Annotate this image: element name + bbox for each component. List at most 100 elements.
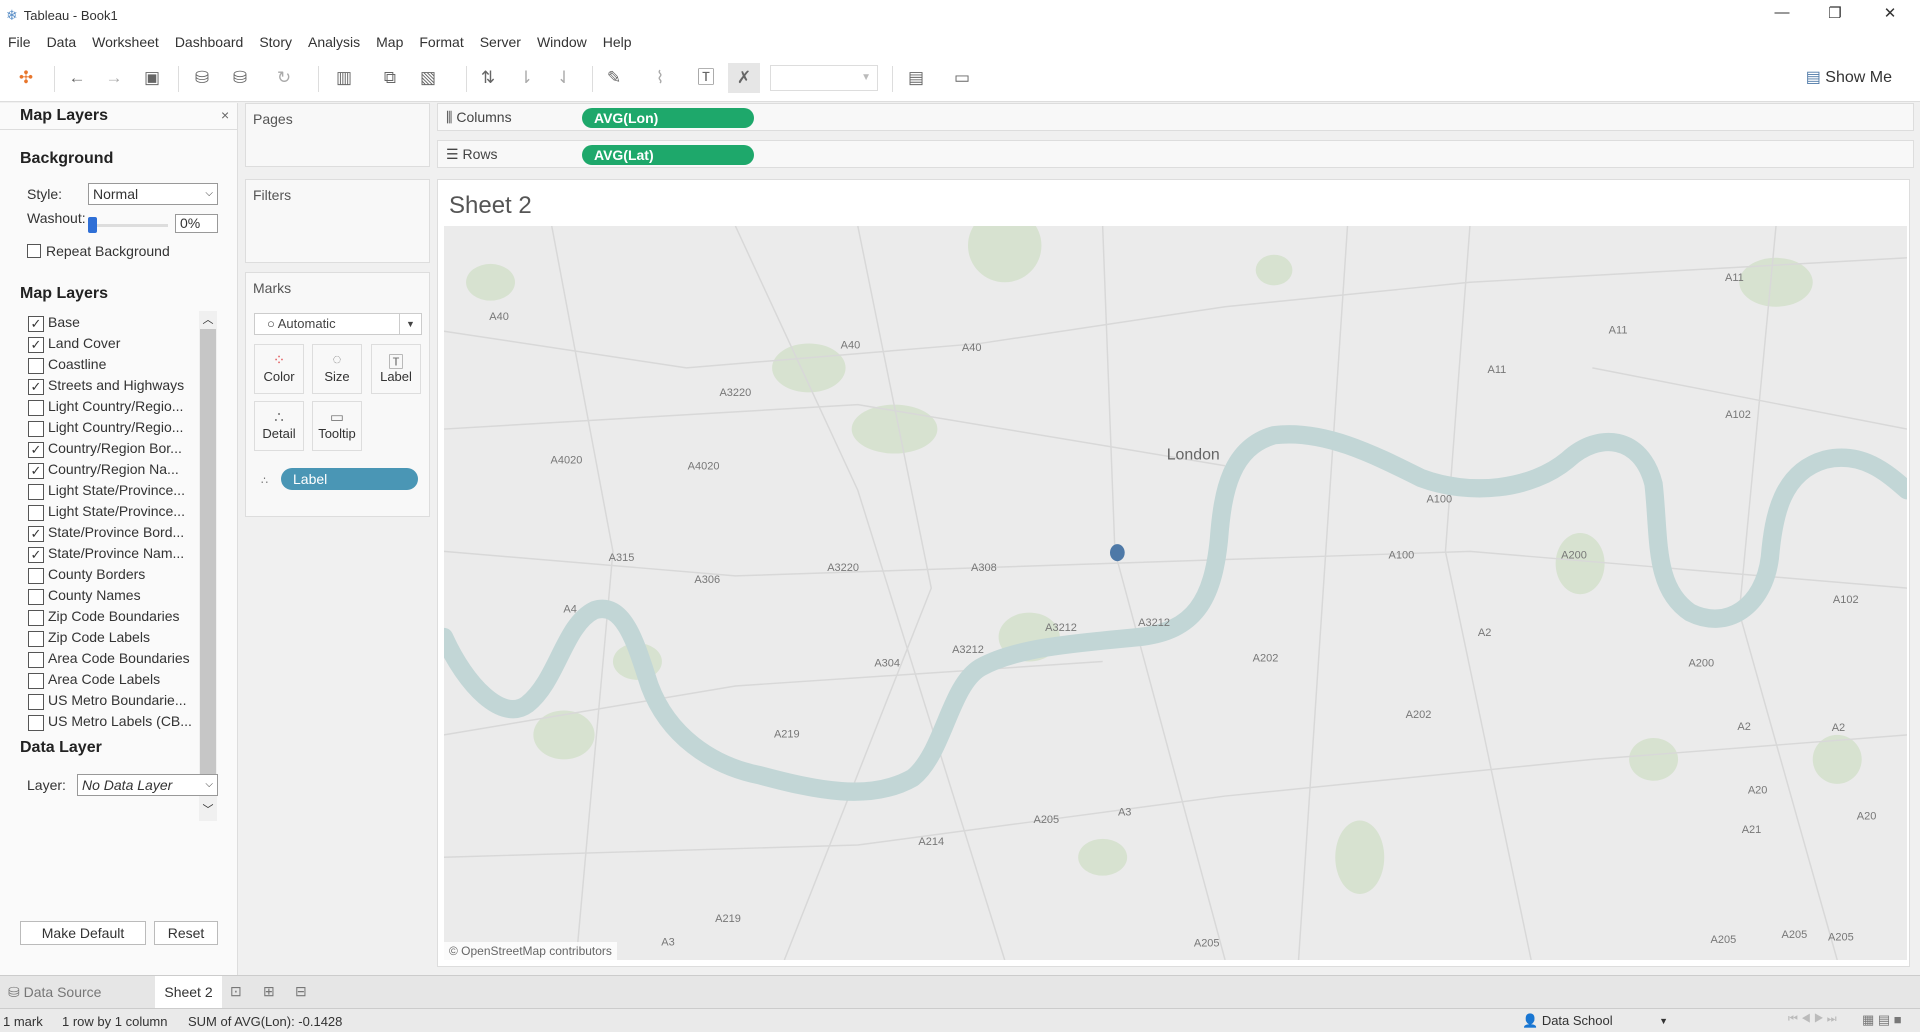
washout-slider[interactable] xyxy=(92,224,168,227)
restore-button[interactable]: ❐ xyxy=(1815,4,1855,26)
map-view[interactable]: A40 A40 A40 A3220 A4020 A4020 A315 A306 A3220 A30… xyxy=(444,226,1907,960)
layer-checkbox[interactable] xyxy=(28,715,44,731)
refresh-icon[interactable]: ↻ xyxy=(272,66,296,90)
swap-rows-columns-icon[interactable]: ⇅ xyxy=(476,66,500,90)
status-bar: 1 mark 1 row by 1 column SUM of AVG(Lon)… xyxy=(0,1008,1920,1032)
menu-map[interactable]: Map xyxy=(376,34,403,50)
road-label: A202 xyxy=(1406,709,1432,721)
layer-checkbox[interactable] xyxy=(28,568,44,584)
layer-checkbox[interactable] xyxy=(28,589,44,605)
mark-type-dropdown[interactable]: ○ Automatic ▼ xyxy=(254,313,422,335)
layer-checkbox[interactable]: ✓ xyxy=(28,379,44,395)
pause-updates-icon[interactable]: ⛁ xyxy=(228,66,252,90)
pin-clear-icon[interactable]: ✗ xyxy=(728,63,760,93)
label-button[interactable]: 🅃 Label xyxy=(371,344,421,394)
new-data-source-icon[interactable]: ⛁ xyxy=(190,66,214,90)
style-select[interactable]: Normal ⌵ xyxy=(88,183,218,205)
data-source-tab[interactable]: ⛁ Data Source xyxy=(8,984,101,1001)
scroll-up-icon[interactable]: ︿ xyxy=(199,311,217,327)
sort-ascending-icon[interactable]: ⇂ xyxy=(514,66,538,90)
show-me-button[interactable]: ▤ Show Me xyxy=(1806,67,1892,87)
color-button[interactable]: ⁘ Color xyxy=(254,344,304,394)
menu-help[interactable]: Help xyxy=(603,34,632,50)
layer-checkbox[interactable] xyxy=(28,610,44,626)
new-worksheet-icon[interactable]: ▥ xyxy=(332,66,356,90)
clear-sheet-icon[interactable]: ▧ xyxy=(416,66,440,90)
road xyxy=(734,226,1006,960)
make-default-button[interactable]: Make Default xyxy=(20,921,146,945)
user-menu[interactable]: 👤 Data School ▼ xyxy=(1522,1013,1668,1029)
new-story-tab-icon[interactable]: ⊟ xyxy=(295,983,307,1000)
road-label: A2 xyxy=(1832,722,1845,734)
data-layer-select[interactable]: No Data Layer ⌵ xyxy=(77,774,218,796)
layer-checkbox[interactable] xyxy=(28,484,44,500)
menu-format[interactable]: Format xyxy=(419,34,463,50)
road-label: A214 xyxy=(918,836,944,848)
reset-button[interactable]: Reset xyxy=(154,921,218,945)
fit-dropdown[interactable]: ▼ xyxy=(770,65,878,91)
layer-checkbox[interactable]: ✓ xyxy=(28,526,44,542)
map-attribution[interactable]: © OpenStreetMap contributors xyxy=(444,942,617,960)
layer-checkbox[interactable] xyxy=(28,652,44,668)
highlight-icon[interactable]: ✎ xyxy=(602,66,626,90)
menu-window[interactable]: Window xyxy=(537,34,587,50)
scrollbar-thumb[interactable] xyxy=(200,329,216,783)
layer-checkbox[interactable] xyxy=(28,505,44,521)
park-area xyxy=(1629,737,1679,781)
menu-worksheet[interactable]: Worksheet xyxy=(92,34,159,50)
layers-scrollbar[interactable]: ︿ ﹀ xyxy=(199,311,217,821)
show-cards-icon[interactable]: ▤ xyxy=(904,66,928,90)
layer-label: State/Province Bord... xyxy=(48,524,185,540)
menu-data[interactable]: Data xyxy=(47,34,77,50)
menu-dashboard[interactable]: Dashboard xyxy=(175,34,244,50)
new-dashboard-tab-icon[interactable]: ⊞ xyxy=(263,983,275,1000)
road-label: A11 xyxy=(1725,272,1744,284)
layer-checkbox[interactable] xyxy=(28,631,44,647)
label-pill[interactable]: Label xyxy=(281,468,418,490)
data-mark-point[interactable] xyxy=(1110,544,1125,562)
page-navigation-icons[interactable]: ⏮ ◀ ▶ ⏭ xyxy=(1788,1013,1837,1026)
group-members-icon[interactable]: ⌇ xyxy=(648,66,672,90)
data-layer-value: No Data Layer xyxy=(82,777,173,793)
rows-pill[interactable]: AVG(Lat) xyxy=(582,145,754,165)
layer-label: County Names xyxy=(48,587,141,603)
layer-checkbox[interactable] xyxy=(28,400,44,416)
layer-checkbox[interactable]: ✓ xyxy=(28,463,44,479)
panel-title: Map Layers xyxy=(20,107,109,124)
sheet-tab-active[interactable]: Sheet 2 xyxy=(155,976,222,1009)
sort-descending-icon[interactable]: ⇃ xyxy=(552,66,576,90)
layer-checkbox[interactable] xyxy=(28,673,44,689)
repeat-background-checkbox[interactable] xyxy=(27,244,41,258)
road-label: A100 xyxy=(1389,550,1415,562)
columns-pill[interactable]: AVG(Lon) xyxy=(582,108,754,128)
view-toggle-icons[interactable]: ▦ ▤ ■ xyxy=(1862,1012,1902,1028)
layer-checkbox[interactable]: ✓ xyxy=(28,547,44,563)
close-panel-icon[interactable]: × xyxy=(221,107,229,123)
layer-checkbox[interactable] xyxy=(28,358,44,374)
layer-checkbox[interactable]: ✓ xyxy=(28,442,44,458)
undo-icon[interactable]: ← xyxy=(65,66,89,90)
layer-checkbox[interactable] xyxy=(28,421,44,437)
layer-checkbox[interactable]: ✓ xyxy=(28,337,44,353)
detail-button[interactable]: ∴ Detail xyxy=(254,401,304,451)
presentation-mode-icon[interactable]: ▭ xyxy=(950,66,974,90)
show-mark-labels-icon[interactable]: 🅃 xyxy=(694,66,718,90)
washout-input[interactable]: 0% xyxy=(175,214,218,233)
layer-checkbox[interactable] xyxy=(28,694,44,710)
scroll-down-icon[interactable]: ﹀ xyxy=(199,801,217,817)
minimize-button[interactable]: — xyxy=(1762,4,1802,26)
new-worksheet-tab-icon[interactable]: ⊡ xyxy=(230,983,242,1000)
menu-story[interactable]: Story xyxy=(259,34,292,50)
layer-checkbox[interactable]: ✓ xyxy=(28,316,44,332)
save-icon[interactable]: ▣ xyxy=(140,66,164,90)
menu-server[interactable]: Server xyxy=(480,34,521,50)
size-button[interactable]: ◌ Size xyxy=(312,344,362,394)
menu-analysis[interactable]: Analysis xyxy=(308,34,360,50)
duplicate-sheet-icon[interactable]: ⧉ xyxy=(378,66,402,90)
close-button[interactable]: ✕ xyxy=(1870,4,1910,26)
redo-icon[interactable]: → xyxy=(102,66,126,90)
menu-file[interactable]: File xyxy=(8,34,31,50)
washout-slider-handle[interactable] xyxy=(88,217,97,233)
tooltip-button[interactable]: ▭ Tooltip xyxy=(312,401,362,451)
tableau-home-icon[interactable]: ✣ xyxy=(14,66,38,90)
